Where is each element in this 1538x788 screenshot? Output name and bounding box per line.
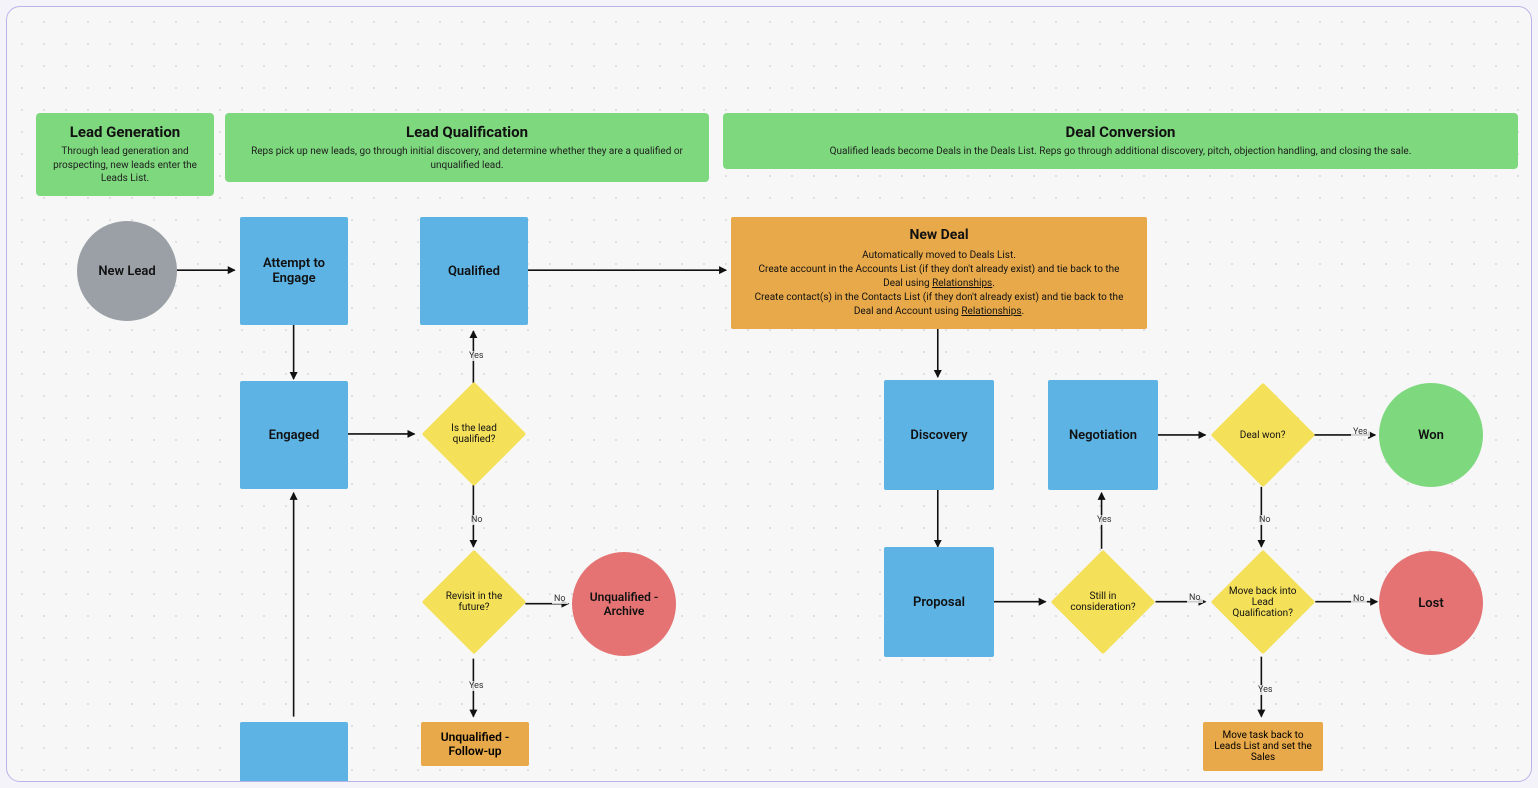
header-title: Deal Conversion — [737, 123, 1504, 141]
node-new-lead[interactable]: New Lead — [77, 221, 177, 321]
relationships-link[interactable]: Relationships — [932, 278, 992, 289]
node-proposal[interactable]: Proposal — [884, 547, 994, 657]
node-negotiation[interactable]: Negotiation — [1048, 380, 1158, 490]
decision-still-consideration[interactable]: Still in consideration? — [1051, 550, 1156, 655]
edge-label: No — [1187, 593, 1203, 603]
edge-label: Yes — [1351, 427, 1370, 437]
node-unqualified-archive[interactable]: Unqualified - Archive — [572, 552, 676, 656]
node-engaged-loop[interactable] — [240, 722, 348, 782]
edge-label: No — [469, 515, 485, 525]
edge-label: Yes — [1256, 685, 1275, 695]
node-lost[interactable]: Lost — [1379, 551, 1483, 655]
decision-is-qualified[interactable]: Is the lead qualified? — [422, 382, 527, 487]
edge-label: Yes — [1095, 515, 1114, 525]
node-discovery[interactable]: Discovery — [884, 380, 994, 490]
header-desc: Reps pick up new leads, go through initi… — [239, 145, 695, 172]
node-won[interactable]: Won — [1379, 383, 1483, 487]
header-title: Lead Qualification — [239, 123, 695, 141]
header-desc: Through lead generation and prospecting,… — [50, 145, 200, 186]
edge-label: No — [1257, 515, 1273, 525]
new-deal-line2: Create account in the Accounts List (if … — [749, 263, 1129, 291]
header-lead-generation: Lead Generation Through lead generation … — [36, 113, 214, 196]
new-deal-line3: Create contact(s) in the Contacts List (… — [749, 291, 1129, 319]
edge-label: Yes — [467, 681, 486, 691]
decision-deal-won[interactable]: Deal won? — [1211, 383, 1316, 488]
header-title: Lead Generation — [50, 123, 200, 141]
decision-revisit[interactable]: Revisit in the future? — [422, 550, 527, 655]
header-lead-qualification: Lead Qualification Reps pick up new lead… — [225, 113, 709, 182]
relationships-link[interactable]: Relationships — [961, 306, 1021, 317]
decision-move-back[interactable]: Move back into Lead Qualification? — [1211, 550, 1316, 655]
edge-label: No — [1351, 594, 1367, 604]
flowchart-canvas[interactable]: Lead Generation Through lead generation … — [7, 7, 1531, 781]
node-attempt-engage[interactable]: Attempt to Engage — [240, 217, 348, 325]
new-deal-line1: Automatically moved to Deals List. — [862, 249, 1016, 263]
edge-label: No — [552, 594, 568, 604]
new-deal-title: New Deal — [909, 227, 968, 243]
edge-label: Yes — [467, 351, 486, 361]
node-engaged[interactable]: Engaged — [240, 381, 348, 489]
node-unqualified-followup[interactable]: Unqualified - Follow-up — [421, 722, 529, 766]
node-qualified[interactable]: Qualified — [420, 217, 528, 325]
header-desc: Qualified leads become Deals in the Deal… — [737, 145, 1504, 159]
diagram-frame: Lead Generation Through lead generation … — [6, 6, 1532, 782]
node-new-deal[interactable]: New Deal Automatically moved to Deals Li… — [731, 217, 1147, 329]
node-move-task[interactable]: Move task back to Leads List and set the… — [1203, 722, 1323, 771]
header-deal-conversion: Deal Conversion Qualified leads become D… — [723, 113, 1518, 169]
